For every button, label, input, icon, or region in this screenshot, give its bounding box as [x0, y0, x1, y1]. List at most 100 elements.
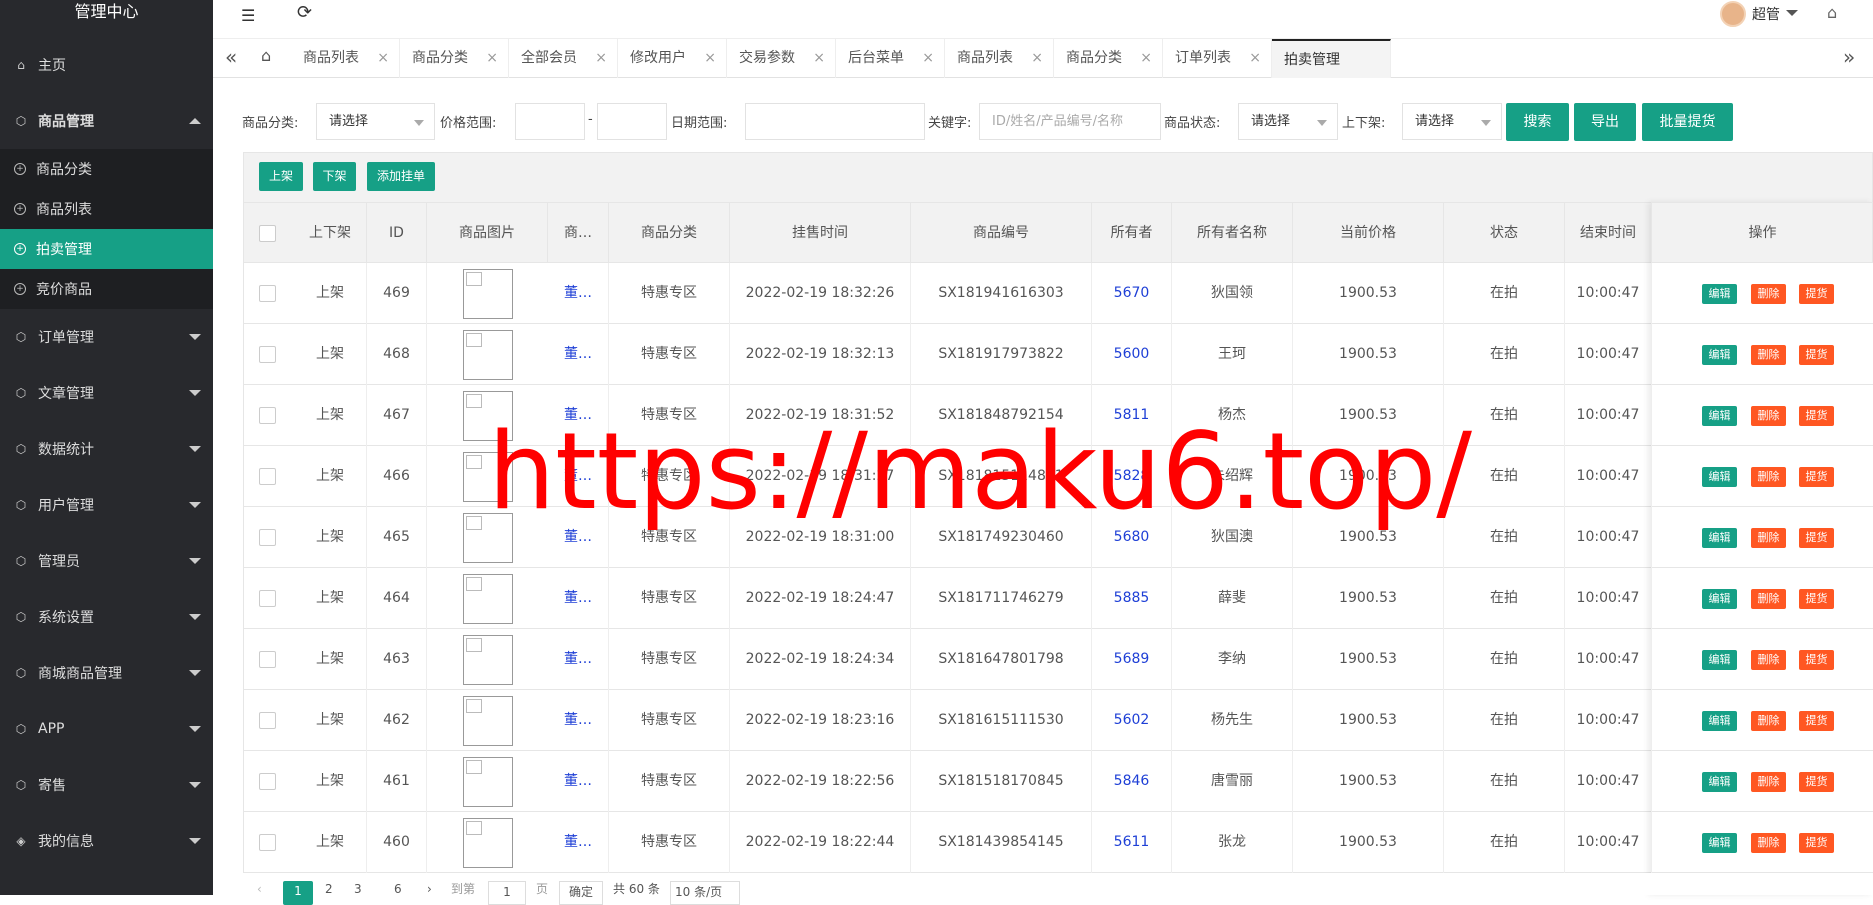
- sidebar-item-4[interactable]: ⬡ 数据统计: [0, 425, 213, 473]
- tag-icon[interactable]: ⌂: [1827, 3, 1837, 22]
- search-button[interactable]: 搜索: [1506, 103, 1569, 141]
- user-name[interactable]: 超管: [1752, 4, 1780, 24]
- cell-owner[interactable]: 5600: [1092, 324, 1172, 385]
- row-checkbox[interactable]: [259, 468, 276, 485]
- shelf-select[interactable]: 请选择: [1402, 103, 1502, 140]
- chevron-down-icon[interactable]: [1786, 10, 1798, 16]
- sidebar-item-7[interactable]: ⬡ 系统设置: [0, 593, 213, 641]
- tab-4[interactable]: 交易参数 ×: [727, 39, 836, 78]
- batch-pickup-button[interactable]: 批量提货: [1642, 103, 1733, 141]
- sidebar-item-9[interactable]: ⬡ APP: [0, 705, 213, 753]
- sidebar-item-10[interactable]: ⬡ 寄售: [0, 761, 213, 809]
- close-icon[interactable]: ×: [377, 39, 389, 78]
- delete-button[interactable]: 删除: [1751, 772, 1786, 792]
- row-checkbox[interactable]: [259, 651, 276, 668]
- edit-button[interactable]: 编辑: [1702, 406, 1737, 426]
- price-max-input[interactable]: [597, 103, 667, 140]
- delete-button[interactable]: 删除: [1751, 284, 1786, 304]
- goto-confirm-button[interactable]: 确定: [559, 881, 603, 905]
- cell-owner[interactable]: 5611: [1092, 812, 1172, 873]
- tab-scroll-left-icon[interactable]: «: [225, 45, 237, 69]
- sidebar-item-1[interactable]: ⬡ 商品管理: [0, 97, 213, 145]
- delete-button[interactable]: 删除: [1751, 345, 1786, 365]
- close-icon[interactable]: ×: [1031, 39, 1043, 78]
- next-page-icon[interactable]: ›: [427, 879, 432, 903]
- cell-owner[interactable]: 5670: [1092, 263, 1172, 324]
- row-checkbox[interactable]: [259, 712, 276, 729]
- sidebar-item-0[interactable]: ⌂ 主页: [0, 41, 213, 89]
- tab-5[interactable]: 后台菜单 ×: [836, 39, 945, 78]
- add-listing-button[interactable]: 添加挂单: [367, 162, 435, 191]
- cell-owner[interactable]: 5602: [1092, 690, 1172, 751]
- status-select[interactable]: 请选择: [1238, 103, 1338, 140]
- close-icon[interactable]: ×: [813, 39, 825, 78]
- delete-button[interactable]: 删除: [1751, 467, 1786, 487]
- row-checkbox[interactable]: [259, 285, 276, 302]
- home-tab-icon[interactable]: ⌂: [261, 46, 271, 65]
- product-image[interactable]: [463, 635, 513, 685]
- edit-button[interactable]: 编辑: [1702, 528, 1737, 548]
- tab-6[interactable]: 商品列表 ×: [945, 39, 1054, 78]
- row-checkbox[interactable]: [259, 407, 276, 424]
- page-3[interactable]: 3: [354, 879, 362, 903]
- page-1[interactable]: 1: [283, 881, 313, 905]
- pickup-button[interactable]: 提货: [1799, 284, 1834, 304]
- refresh-icon[interactable]: ⟳: [297, 2, 312, 23]
- shelf-down-button[interactable]: 下架: [313, 162, 356, 191]
- sidebar-item-11[interactable]: ◈ 我的信息: [0, 817, 213, 865]
- pickup-button[interactable]: 提货: [1799, 345, 1834, 365]
- delete-button[interactable]: 删除: [1751, 650, 1786, 670]
- avatar[interactable]: [1720, 1, 1746, 27]
- cell-owner[interactable]: 5846: [1092, 751, 1172, 812]
- goto-page-input[interactable]: 1: [488, 881, 526, 905]
- row-checkbox[interactable]: [259, 529, 276, 546]
- row-checkbox[interactable]: [259, 590, 276, 607]
- tab-8[interactable]: 订单列表 ×: [1163, 39, 1272, 78]
- tab-9[interactable]: 拍卖管理: [1272, 39, 1391, 78]
- edit-button[interactable]: 编辑: [1702, 711, 1737, 731]
- row-checkbox[interactable]: [259, 834, 276, 851]
- product-image[interactable]: [463, 330, 513, 380]
- close-icon[interactable]: ×: [1140, 39, 1152, 78]
- product-image[interactable]: [463, 818, 513, 868]
- product-image[interactable]: [463, 269, 513, 319]
- pickup-button[interactable]: 提货: [1799, 711, 1834, 731]
- delete-button[interactable]: 删除: [1751, 406, 1786, 426]
- edit-button[interactable]: 编辑: [1702, 345, 1737, 365]
- pickup-button[interactable]: 提货: [1799, 772, 1834, 792]
- pickup-button[interactable]: 提货: [1799, 528, 1834, 548]
- page-6[interactable]: 6: [394, 879, 402, 903]
- sidebar-subitem-2[interactable]: + 拍卖管理: [0, 229, 213, 269]
- edit-button[interactable]: 编辑: [1702, 467, 1737, 487]
- cell-name[interactable]: 董…: [548, 324, 609, 385]
- product-image[interactable]: [463, 574, 513, 624]
- tab-scroll-right-icon[interactable]: »: [1843, 45, 1855, 69]
- export-button[interactable]: 导出: [1574, 103, 1636, 141]
- pickup-button[interactable]: 提货: [1799, 589, 1834, 609]
- delete-button[interactable]: 删除: [1751, 589, 1786, 609]
- tab-0[interactable]: 商品列表 ×: [291, 39, 400, 78]
- sidebar-item-8[interactable]: ⬡ 商城商品管理: [0, 649, 213, 697]
- price-min-input[interactable]: [515, 103, 585, 140]
- pickup-button[interactable]: 提货: [1799, 406, 1834, 426]
- sidebar-subitem-3[interactable]: + 竞价商品: [0, 269, 213, 309]
- edit-button[interactable]: 编辑: [1702, 650, 1737, 670]
- pickup-button[interactable]: 提货: [1799, 833, 1834, 853]
- tab-1[interactable]: 商品分类 ×: [400, 39, 509, 78]
- category-select[interactable]: 请选择: [316, 103, 435, 140]
- sidebar-subitem-1[interactable]: + 商品列表: [0, 189, 213, 229]
- delete-button[interactable]: 删除: [1751, 528, 1786, 548]
- date-range-input[interactable]: [745, 103, 925, 140]
- close-icon[interactable]: ×: [922, 39, 934, 78]
- edit-button[interactable]: 编辑: [1702, 833, 1737, 853]
- pickup-button[interactable]: 提货: [1799, 467, 1834, 487]
- sidebar-subitem-0[interactable]: + 商品分类: [0, 149, 213, 189]
- sidebar-item-5[interactable]: ⬡ 用户管理: [0, 481, 213, 529]
- per-page-select[interactable]: 10 条/页: [670, 881, 740, 905]
- product-image[interactable]: [463, 757, 513, 807]
- cell-name[interactable]: 董…: [548, 263, 609, 324]
- row-checkbox[interactable]: [259, 773, 276, 790]
- pickup-button[interactable]: 提货: [1799, 650, 1834, 670]
- page-2[interactable]: 2: [325, 879, 333, 903]
- close-icon[interactable]: ×: [704, 39, 716, 78]
